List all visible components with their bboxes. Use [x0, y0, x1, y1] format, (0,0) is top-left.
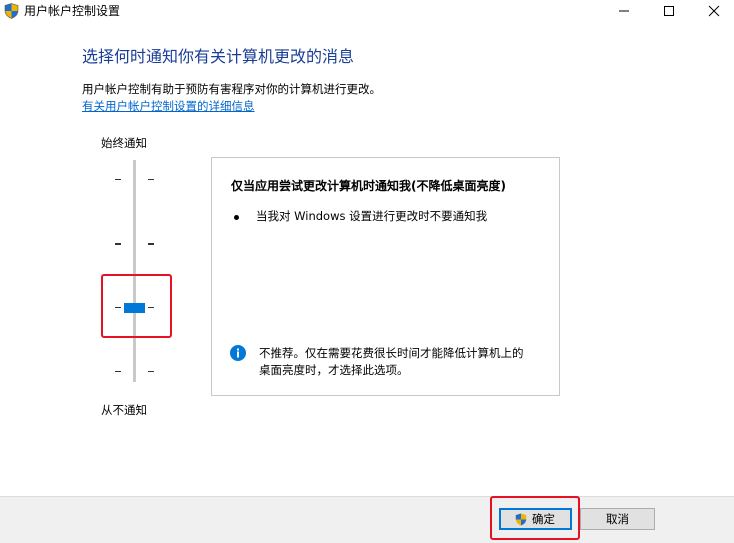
maximize-button[interactable]: [651, 0, 687, 22]
page-heading: 选择何时通知你有关计算机更改的消息: [82, 47, 355, 66]
slider-tick: [148, 179, 154, 180]
slider-track[interactable]: [133, 160, 136, 382]
maximize-icon: [664, 6, 674, 16]
minimize-icon: [619, 10, 629, 12]
note-text-line1: 不推荐。仅在需要花费很长时间才能降低计算机上的: [259, 346, 524, 360]
note-text-line2: 桌面亮度时，才选择此选项。: [259, 363, 409, 377]
level-bullet-text: 当我对 Windows 设置进行更改时不要通知我: [256, 209, 488, 223]
slider-bottom-label: 从不通知: [101, 403, 147, 417]
slider-tick: [115, 371, 121, 372]
slider-tick: [115, 243, 121, 245]
slider-tick: [148, 243, 154, 245]
slider-top-label: 始终通知: [101, 136, 147, 150]
level-description-panel: 仅当应用尝试更改计算机时通知我(不降低桌面亮度) 当我对 Windows 设置进…: [211, 157, 560, 396]
slider-tick: [115, 179, 121, 180]
cancel-button[interactable]: 取消: [580, 508, 655, 530]
window-title: 用户帐户控制设置: [24, 4, 121, 18]
close-button[interactable]: [696, 0, 732, 22]
slider-tick: [148, 371, 154, 372]
minimize-button[interactable]: [606, 0, 642, 22]
level-title: 仅当应用尝试更改计算机时通知我(不降低桌面亮度): [231, 179, 506, 193]
info-icon: [230, 345, 246, 361]
title-bar: 用户帐户控制设置: [0, 0, 734, 22]
bullet-icon: [234, 215, 239, 220]
slider-highlight-box: [101, 274, 172, 338]
description-text: 用户帐户控制有助于预防有害程序对你的计算机进行更改。: [82, 82, 381, 96]
uac-shield-icon: [4, 3, 19, 19]
close-icon: [708, 5, 720, 17]
ok-highlight-box: [490, 496, 580, 540]
more-info-link[interactable]: 有关用户帐户控制设置的详细信息: [82, 99, 255, 113]
